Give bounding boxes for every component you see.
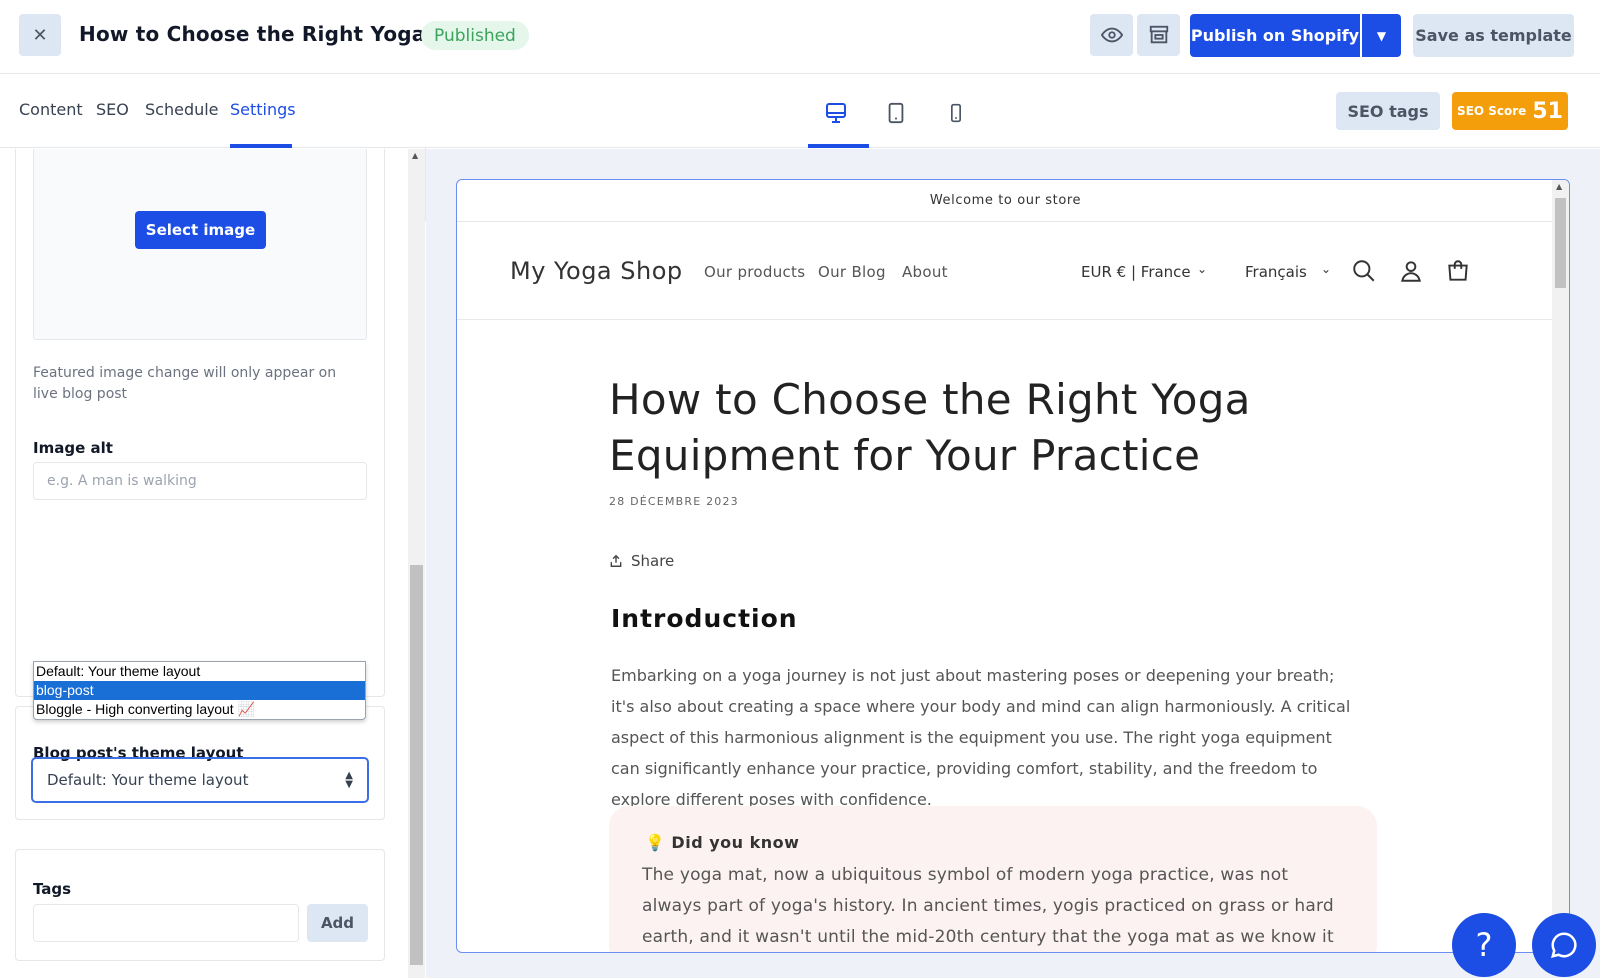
announcement-bar: Welcome to our store xyxy=(457,180,1554,222)
store-header: My Yoga Shop Our products Our Blog About… xyxy=(457,222,1554,320)
chat-button[interactable] xyxy=(1532,913,1596,977)
image-alt-input[interactable]: e.g. A man is walking xyxy=(33,462,367,500)
mobile-icon xyxy=(951,103,961,123)
did-you-know-label: Did you know xyxy=(671,833,800,852)
nav-link-blog[interactable]: Our Blog xyxy=(818,263,886,281)
language-selector[interactable]: Français xyxy=(1245,263,1307,281)
image-dropzone[interactable]: Select image xyxy=(33,149,367,340)
storefront-icon xyxy=(1149,25,1168,44)
featured-image-note: Featured image change will only appear o… xyxy=(33,365,337,402)
caret-down-icon: ▼ xyxy=(1376,28,1387,43)
layout-option-bloggle[interactable]: Bloggle - High converting layout 📈 xyxy=(34,700,365,719)
theme-layout-card: Blog post's theme layout Default: Your t… xyxy=(15,706,385,820)
page-title: How to Choose the Right Yoga ... xyxy=(79,22,457,46)
close-icon: ✕ xyxy=(32,24,48,46)
share-label: Share xyxy=(631,552,675,570)
did-you-know-box: 💡 Did you know The yoga mat, now a ubiqu… xyxy=(609,806,1377,952)
add-tag-button[interactable]: Add xyxy=(307,904,368,942)
active-device-indicator xyxy=(808,144,869,148)
tab-seo[interactable]: SEO xyxy=(96,100,129,119)
did-you-know-title: 💡 Did you know xyxy=(645,833,799,852)
seo-tags-button[interactable]: SEO tags xyxy=(1336,92,1440,130)
tablet-view-button[interactable] xyxy=(876,98,916,128)
status-badge: Published xyxy=(421,21,529,50)
view-store-button[interactable] xyxy=(1137,14,1180,56)
cart-icon[interactable] xyxy=(1445,258,1471,284)
tab-schedule[interactable]: Schedule xyxy=(145,100,219,119)
publish-button[interactable]: Publish on Shopify xyxy=(1190,14,1360,57)
settings-panel: Select image Featured image change will … xyxy=(0,149,408,978)
panel-scrollbar[interactable]: ▲ xyxy=(408,149,425,978)
theme-layout-select[interactable]: Default: Your theme layout ▲ ▼ xyxy=(31,757,369,803)
featured-image-card: Select image Featured image change will … xyxy=(15,149,385,697)
scroll-up-icon[interactable]: ▲ xyxy=(1556,182,1562,191)
search-icon[interactable] xyxy=(1351,258,1377,284)
theme-layout-options: Default: Your theme layout blog-post Blo… xyxy=(33,661,366,720)
select-image-button[interactable]: Select image xyxy=(135,211,266,249)
seo-score-label: SEO Score xyxy=(1457,104,1527,118)
preview-scrollbar[interactable]: ▲ xyxy=(1552,180,1569,952)
tags-card: Tags Add xyxy=(15,849,385,961)
intro-paragraph: Embarking on a yoga journey is not just … xyxy=(611,666,1351,809)
share-button[interactable]: Share xyxy=(609,552,674,570)
did-you-know-text: The yoga mat, now a ubiquitous symbol of… xyxy=(642,865,1334,947)
desktop-view-button[interactable] xyxy=(816,98,856,128)
sub-bar: Content SEO Schedule Settings SEO tags S… xyxy=(0,74,1600,222)
tablet-icon xyxy=(888,102,904,124)
nav-link-about[interactable]: About xyxy=(902,263,948,281)
close-button[interactable]: ✕ xyxy=(19,14,61,56)
currency-selector[interactable]: EUR € | France xyxy=(1081,263,1191,281)
theme-layout-value: Default: Your theme layout xyxy=(47,771,249,789)
preview-button[interactable] xyxy=(1090,14,1133,56)
share-icon xyxy=(610,554,622,567)
lightbulb-icon: 💡 xyxy=(645,833,666,852)
post-date: 28 DÉCEMBRE 2023 xyxy=(609,495,739,508)
seo-score-value: 51 xyxy=(1532,98,1563,124)
scrollbar-thumb[interactable] xyxy=(1555,198,1566,288)
tab-settings[interactable]: Settings xyxy=(230,100,296,119)
image-alt-label: Image alt xyxy=(33,439,113,457)
seo-score-button[interactable]: SEO Score 51 xyxy=(1452,92,1568,130)
select-arrows-icon: ▲ ▼ xyxy=(345,770,353,790)
nav-link-products[interactable]: Our products xyxy=(704,263,805,281)
store-logo[interactable]: My Yoga Shop xyxy=(510,257,683,285)
publish-options-button[interactable]: ▼ xyxy=(1362,14,1401,57)
tags-input[interactable] xyxy=(33,904,299,942)
desktop-icon xyxy=(826,103,846,123)
help-button[interactable]: ? xyxy=(1452,913,1516,977)
mobile-view-button[interactable] xyxy=(936,98,976,128)
eye-icon xyxy=(1100,27,1123,43)
tags-label: Tags xyxy=(33,880,72,898)
store-preview-frame: Welcome to our store My Yoga Shop Our pr… xyxy=(456,179,1570,953)
intro-heading: Introduction xyxy=(611,604,798,633)
layout-option-default[interactable]: Default: Your theme layout xyxy=(34,662,365,681)
preview-area: Welcome to our store My Yoga Shop Our pr… xyxy=(426,149,1600,978)
scroll-up-icon[interactable]: ▲ xyxy=(412,151,418,160)
account-icon[interactable] xyxy=(1398,258,1424,284)
chevron-down-icon: ⌄ xyxy=(1197,262,1208,276)
save-template-button[interactable]: Save as template xyxy=(1413,14,1574,57)
chat-icon xyxy=(1550,932,1577,959)
tab-content[interactable]: Content xyxy=(19,100,83,119)
post-title: How to Choose the Right Yoga Equipment f… xyxy=(609,375,1251,480)
top-bar: ✕ How to Choose the Right Yoga ... Publi… xyxy=(0,0,1600,74)
active-tab-indicator xyxy=(230,144,292,148)
chevron-down-icon: ⌄ xyxy=(1321,262,1332,276)
layout-option-blog-post[interactable]: blog-post xyxy=(34,681,365,700)
scrollbar-thumb[interactable] xyxy=(410,565,423,965)
